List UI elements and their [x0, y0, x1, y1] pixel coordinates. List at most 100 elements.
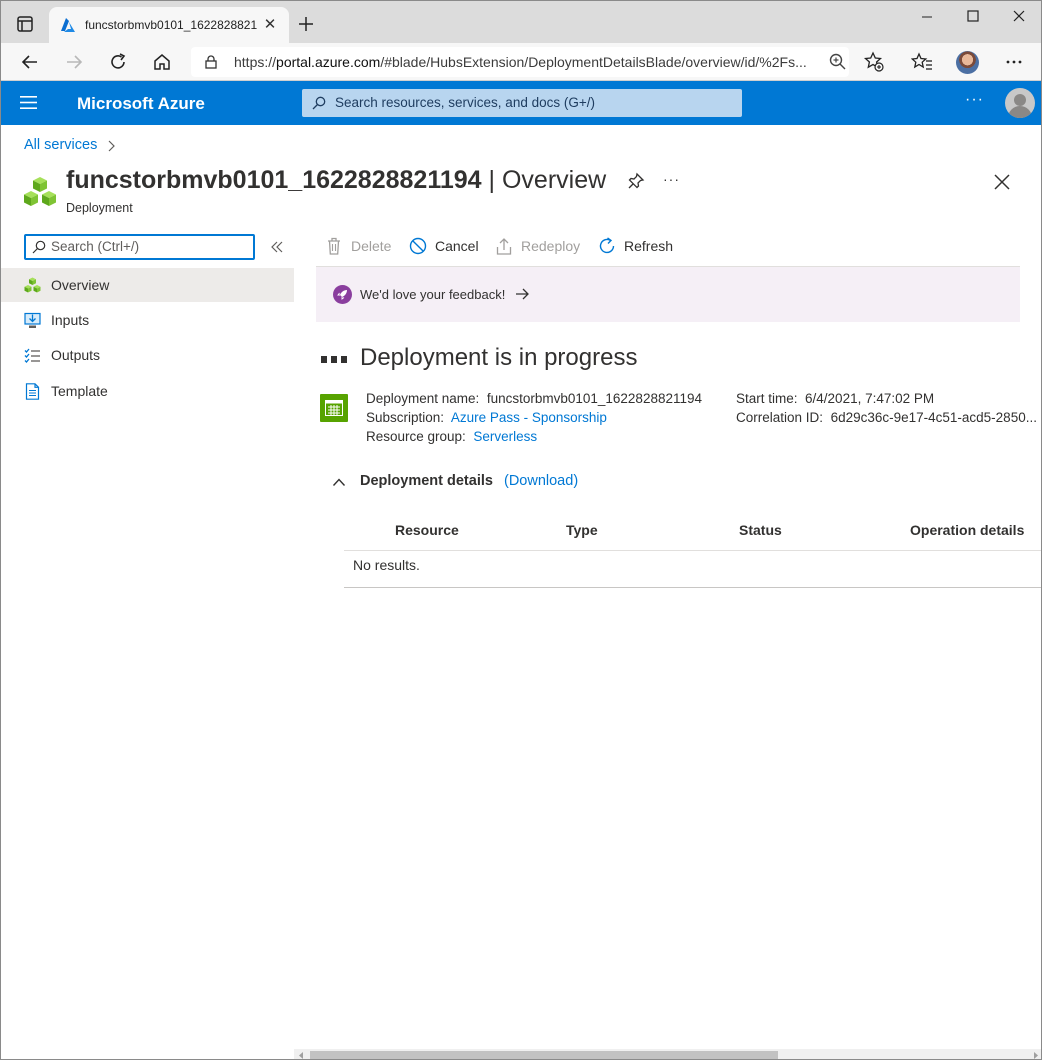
global-search-placeholder: Search resources, services, and docs (G+… [335, 95, 595, 110]
hamburger-menu-icon[interactable] [20, 96, 37, 109]
table-row-divider [344, 587, 1041, 588]
favorites-icon[interactable] [911, 51, 933, 73]
sidebar-item-overview[interactable]: Overview [1, 268, 294, 302]
title-more-icon[interactable]: ··· [663, 171, 680, 187]
sidebar-item-label: Outputs [51, 347, 101, 363]
column-header-status[interactable]: Status [739, 522, 782, 538]
upload-icon [496, 238, 512, 255]
menu-search-placeholder: Search (Ctrl+/) [51, 239, 140, 254]
breadcrumb-chevron-icon [108, 140, 115, 152]
collapse-menu-icon[interactable] [269, 239, 285, 255]
scrollbar-thumb[interactable] [310, 1051, 778, 1059]
sidebar-item-label: Overview [51, 277, 110, 293]
close-icon[interactable] [992, 172, 1012, 192]
person-icon [1008, 94, 1032, 118]
start-time-value: 6/4/2021, 7:47:02 PM [805, 391, 935, 406]
zoom-icon[interactable] [827, 51, 849, 73]
status-title: Deployment is in progress [360, 344, 638, 371]
deployment-name-value: funcstorbmvb0101_1622828821194 [486, 391, 703, 406]
column-header-operation-details[interactable]: Operation details [910, 522, 1024, 538]
tab-bar: funcstorbmvb0101_1622828821194 - Microso… [1, 1, 1041, 43]
resource-group-link[interactable]: Serverless [473, 429, 537, 444]
scroll-left-icon[interactable] [297, 1051, 305, 1060]
redeploy-button[interactable]: Redeploy [495, 234, 583, 258]
refresh-label: Refresh [624, 238, 674, 254]
tab-actions-icon[interactable] [15, 14, 35, 34]
refresh-icon [599, 237, 615, 254]
cancel-button[interactable]: Cancel [409, 234, 481, 258]
new-tab-icon[interactable] [297, 15, 315, 33]
forward-icon[interactable] [63, 51, 85, 73]
add-favorite-icon[interactable] [863, 51, 885, 73]
arrow-right-icon[interactable] [515, 287, 530, 301]
table-empty-message: No results. [353, 557, 420, 573]
azure-brand[interactable]: Microsoft Azure [77, 94, 205, 114]
search-icon [312, 96, 326, 110]
horizontal-scrollbar[interactable] [294, 1049, 1041, 1060]
sidebar-item-inputs[interactable]: Inputs [1, 303, 294, 337]
address-bar[interactable]: https://portal.azure.com/#blade/HubsExte… [191, 47, 849, 77]
chevron-up-icon[interactable] [332, 477, 346, 487]
outputs-list-icon [24, 348, 40, 363]
column-header-resource[interactable]: Resource [395, 522, 459, 538]
browser-window: funcstorbmvb0101_1622828821194 - Microso… [0, 0, 1042, 1060]
tab-close-icon[interactable]: ✕ [261, 16, 279, 34]
pin-icon[interactable] [627, 172, 645, 190]
subscription-field: Subscription: Azure Pass - Sponsorship [366, 410, 607, 425]
page-title: funcstorbmvb0101_1622828821194 | Overvie… [66, 166, 607, 194]
cancel-icon [409, 237, 427, 255]
azure-logo-icon [61, 18, 75, 32]
profile-avatar[interactable] [956, 51, 979, 74]
browser-tab[interactable]: funcstorbmvb0101_1622828821194 - Microso… [49, 7, 289, 43]
delete-button[interactable]: Delete [325, 234, 395, 258]
cancel-label: Cancel [435, 238, 479, 254]
redeploy-label: Redeploy [521, 238, 581, 254]
breadcrumb-all-services[interactable]: All services [24, 137, 97, 153]
lock-icon[interactable] [205, 55, 217, 69]
in-progress-dots-icon [321, 356, 347, 363]
browser-toolbar: https://portal.azure.com/#blade/HubsExte… [1, 43, 1041, 81]
sidebar-item-template[interactable]: Template [1, 374, 294, 408]
deployment-name-field: Deployment name: funcstorbmvb0101_162282… [366, 391, 703, 406]
rocket-icon [333, 285, 352, 304]
subscription-link[interactable]: Azure Pass - Sponsorship [451, 410, 607, 425]
sidebar-item-outputs[interactable]: Outputs [1, 338, 294, 372]
page-subtitle: Deployment [66, 201, 133, 215]
inputs-icon [24, 312, 41, 328]
url-text[interactable]: https://portal.azure.com/#blade/HubsExte… [234, 54, 816, 70]
tab-title: funcstorbmvb0101_1622828821194 - Microso… [85, 18, 257, 32]
download-link[interactable]: (Download) [504, 473, 578, 489]
deployment-details-title[interactable]: Deployment details [360, 473, 493, 489]
global-search-input[interactable]: Search resources, services, and docs (G+… [302, 89, 742, 117]
account-avatar[interactable] [1005, 88, 1035, 118]
feedback-text[interactable]: We'd love your feedback! [360, 287, 505, 302]
sidebar-item-label: Template [51, 383, 108, 399]
resource-group-field: Resource group: Serverless [366, 429, 538, 444]
reload-icon[interactable] [107, 51, 129, 73]
feedback-banner[interactable]: We'd love your feedback! [316, 267, 1020, 322]
minimize-icon[interactable] [912, 7, 942, 27]
portal-more-icon[interactable]: ··· [965, 91, 987, 113]
table-header-divider [344, 550, 1041, 551]
column-header-type[interactable]: Type [566, 522, 598, 538]
deployment-cubes-icon [24, 177, 56, 206]
trash-icon [328, 237, 340, 255]
deployment-icon [320, 394, 348, 422]
start-time-field: Start time: 6/4/2021, 7:47:02 PM [736, 391, 935, 406]
sidebar-item-label: Inputs [51, 312, 90, 328]
search-icon [32, 240, 46, 254]
maximize-icon[interactable] [958, 7, 988, 27]
back-icon[interactable] [19, 51, 41, 73]
template-document-icon [25, 383, 40, 400]
refresh-button[interactable]: Refresh [598, 234, 674, 258]
home-icon[interactable] [151, 51, 173, 73]
correlation-id-value: 6d29c36c-9e17-4c51-acd5-2850... [830, 410, 1037, 425]
azure-header: Microsoft Azure Search resources, servic… [1, 81, 1041, 125]
settings-more-icon[interactable] [1003, 51, 1025, 73]
menu-search-input[interactable]: Search (Ctrl+/) [24, 234, 255, 260]
delete-label: Delete [351, 238, 392, 254]
window-close-icon[interactable] [1004, 7, 1034, 27]
deployment-cubes-icon [24, 277, 41, 293]
scroll-right-icon[interactable] [1032, 1051, 1040, 1060]
correlation-id-field: Correlation ID: 6d29c36c-9e17-4c51-acd5-… [736, 410, 1037, 425]
